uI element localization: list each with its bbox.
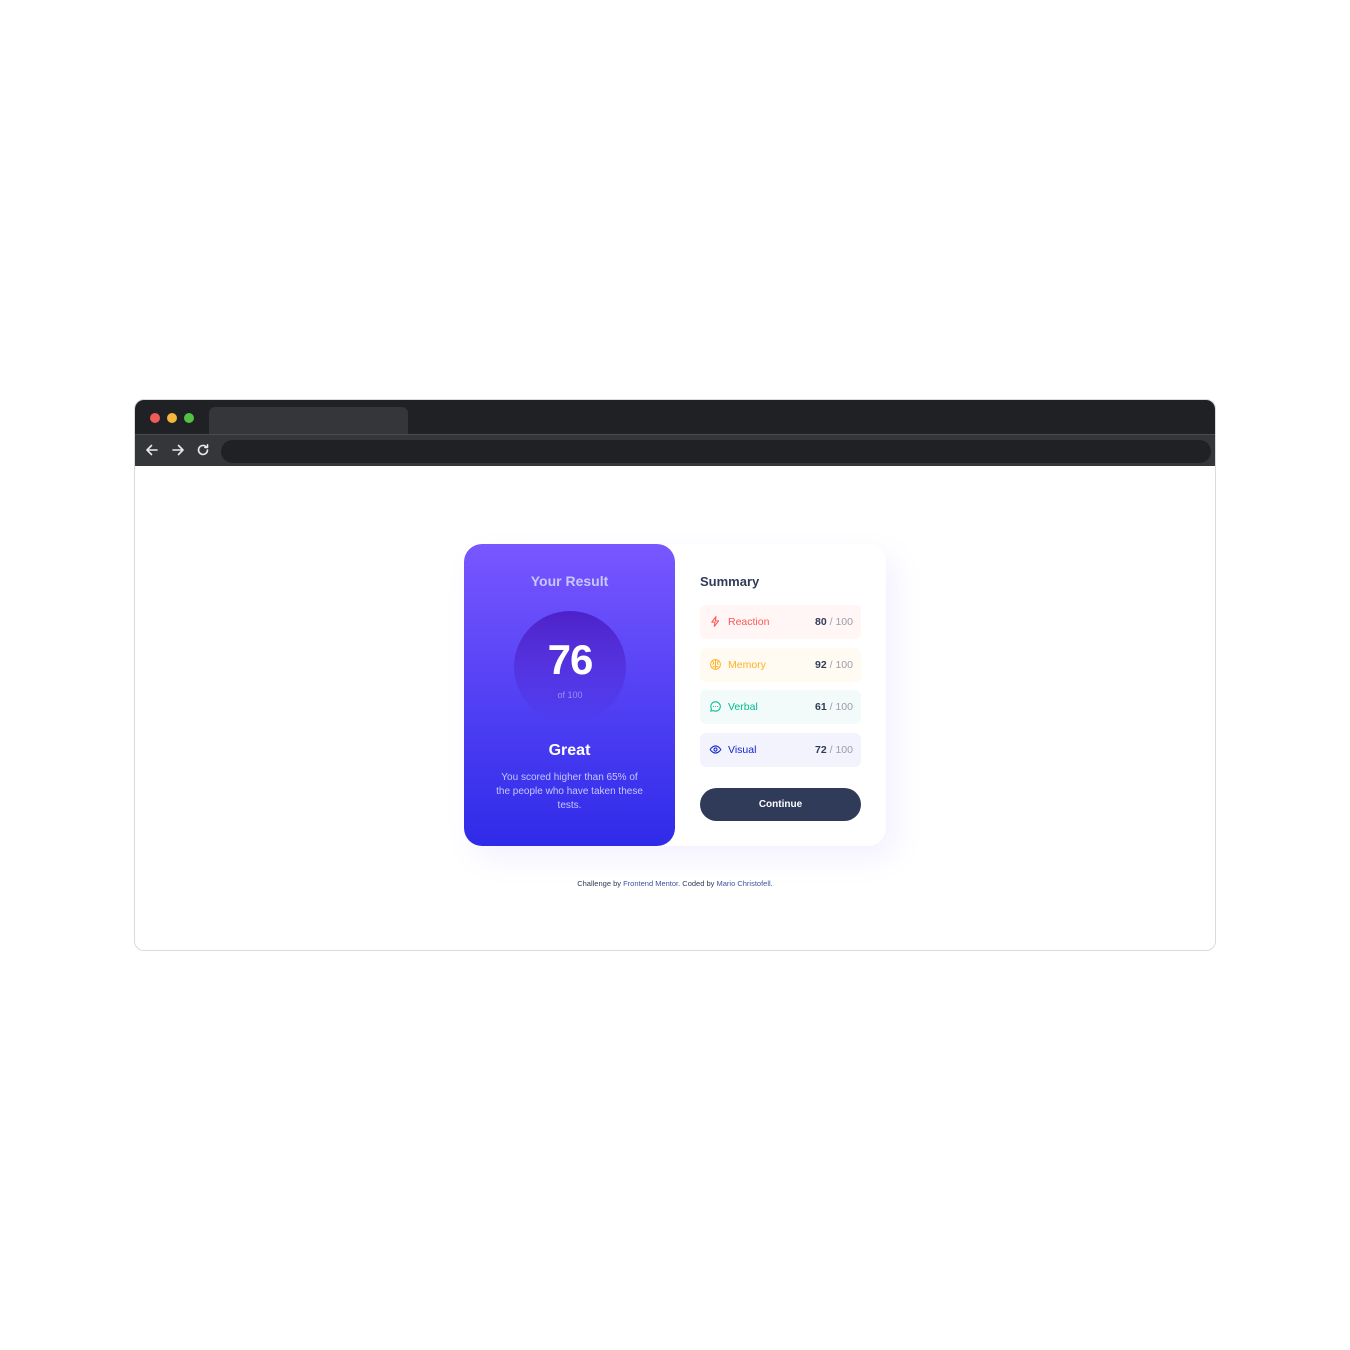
browser-titlebar [135, 400, 1215, 434]
address-bar[interactable] [221, 440, 1211, 463]
summary-score: 72 / 100 [815, 744, 853, 756]
browser-tab[interactable] [209, 407, 408, 434]
continue-button[interactable]: Continue [700, 788, 861, 821]
lightning-icon [709, 615, 722, 628]
summary-label: Visual [728, 744, 757, 756]
score-out-of: of 100 [557, 690, 583, 700]
summary-title: Summary [700, 574, 760, 589]
browser-toolbar [135, 434, 1215, 466]
minimize-window-dot[interactable] [167, 413, 177, 423]
page-viewport: Your Result 76 of 100 Great You scored h… [135, 466, 1215, 950]
frontend-mentor-link[interactable]: Frontend Mentor [623, 879, 678, 888]
summary-score: 92 / 100 [815, 659, 853, 671]
summary-score: 80 / 100 [815, 616, 853, 628]
summary-row-memory: Memory 92 / 100 [700, 648, 861, 682]
summary-label: Memory [728, 659, 766, 671]
result-description: You scored higher than 65% of the people… [496, 772, 643, 811]
author-link[interactable]: Mario Christofell [716, 879, 770, 888]
results-card: Your Result 76 of 100 Great You scored h… [464, 544, 886, 846]
browser-window: Your Result 76 of 100 Great You scored h… [134, 399, 1216, 951]
summary-panel: Summary Reaction 80 / 100 Memory 92 / 10… [700, 544, 861, 846]
speech-bubble-icon [709, 700, 722, 713]
score-value: 76 [547, 636, 594, 683]
eye-icon [709, 743, 722, 756]
attribution: Challenge by Frontend Mentor. Coded by M… [577, 879, 773, 888]
result-panel: Your Result 76 of 100 Great You scored h… [464, 544, 675, 846]
grade-heading: Great [548, 742, 591, 759]
close-window-dot[interactable] [150, 413, 160, 423]
reload-icon[interactable] [194, 441, 212, 459]
summary-row-verbal: Verbal 61 / 100 [700, 690, 861, 724]
score-circle: 76 of 100 [514, 611, 626, 723]
summary-row-reaction: Reaction 80 / 100 [700, 605, 861, 639]
result-title: Your Result [530, 573, 609, 589]
maximize-window-dot[interactable] [184, 413, 194, 423]
summary-label: Verbal [728, 701, 758, 713]
summary-row-visual: Visual 72 / 100 [700, 733, 861, 767]
brain-icon [709, 658, 722, 671]
back-arrow-icon[interactable] [143, 441, 161, 459]
summary-score: 61 / 100 [815, 701, 853, 713]
forward-arrow-icon[interactable] [169, 441, 187, 459]
summary-label: Reaction [728, 616, 770, 628]
